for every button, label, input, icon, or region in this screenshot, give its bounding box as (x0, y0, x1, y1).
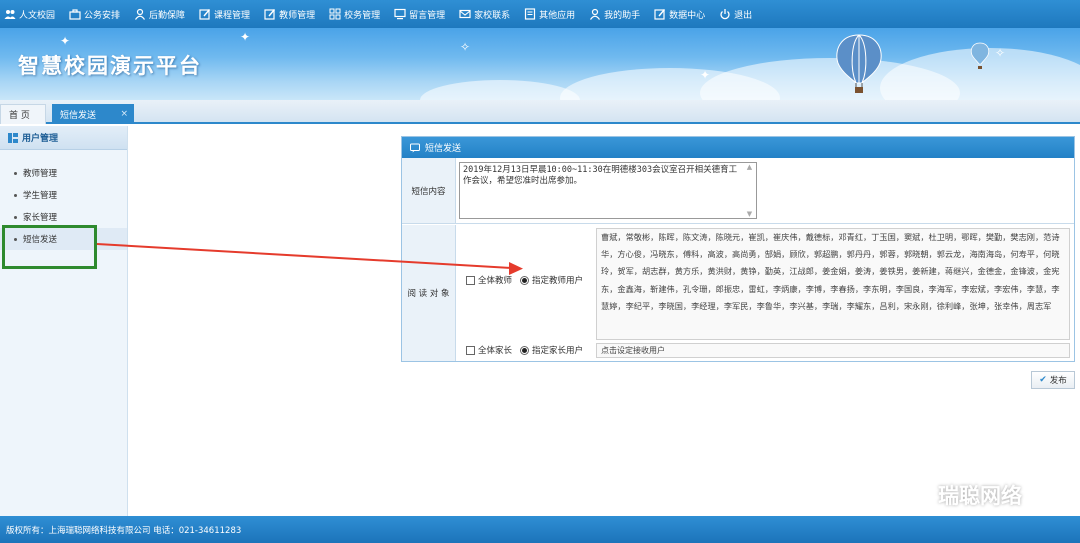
tab-bar: 首 页 短信发送 × (0, 100, 1080, 124)
hot-air-balloon-icon (836, 34, 882, 93)
sms-send-panel: 短信发送 短信内容 2019年12月13日早晨10:00~11:30在明德楼30… (401, 136, 1075, 362)
nav-label: 教师管理 (279, 10, 316, 21)
footer-copyright: 版权所有：上海瑞聪网络科技有限公司 电话：021-34611283 (6, 525, 242, 536)
specified-teachers-label: 指定教师用户 (532, 276, 584, 286)
platform-title: 智慧校园演示平台 (18, 54, 202, 78)
cloud-decoration (420, 80, 580, 100)
monitor-icon (394, 8, 406, 20)
nav-item-school-affairs[interactable]: 校务管理 (329, 8, 380, 21)
nav-item-home-school[interactable]: 家校联系 (459, 8, 510, 21)
scroll-up-icon[interactable]: ▲ (747, 163, 752, 171)
nav-item-messages[interactable]: 留言管理 (394, 8, 445, 21)
nav-item-official[interactable]: 公务安排 (69, 8, 120, 21)
specified-parents-label: 指定家长用户 (532, 346, 584, 356)
all-teachers-checkbox[interactable] (466, 275, 475, 285)
bullet-icon (14, 171, 17, 175)
nav-label: 公务安排 (84, 10, 121, 21)
content-label: 短信内容 (402, 158, 456, 223)
nav-item-logistics[interactable]: 后勤保障 (134, 8, 185, 21)
audience-row: 阅 读 对 象 全体教师 指定教师用户 曹斌，常敬彬，陈晖，陈文涛，陈晓元，崔凯… (402, 225, 1074, 361)
mail-icon (459, 8, 471, 20)
tab-sms-send[interactable]: 短信发送 × (52, 104, 134, 124)
nav-label: 家校联系 (474, 10, 511, 21)
top-nav-bar: 人文校园 公务安排 后勤保障 课程管理 教师管理 校务管理 留言管理 家校联系 … (0, 0, 1080, 28)
briefcase-icon (69, 8, 81, 20)
teacher-options: 全体教师 指定教师用户 (466, 274, 583, 286)
bullet-icon (14, 193, 17, 197)
nav-label: 人文校园 (19, 10, 56, 21)
tab-label: 首 页 (9, 111, 30, 121)
power-icon (719, 8, 731, 20)
watermark-text: 瑞聪网络 (938, 484, 1022, 508)
list-icon (8, 132, 18, 143)
publish-label: 发布 (1049, 376, 1067, 386)
nav-item-data-center[interactable]: 数据中心 (654, 8, 705, 21)
nav-item-teachers[interactable]: 教师管理 (264, 8, 315, 21)
check-icon: ✔ (1039, 375, 1047, 385)
tab-home[interactable]: 首 页 (0, 104, 46, 124)
edit-icon (264, 8, 276, 20)
all-teachers-label: 全体教师 (478, 276, 513, 286)
nav-item-other-apps[interactable]: 其他应用 (524, 8, 575, 21)
sidebar-header: 用户管理 (0, 126, 127, 150)
nav-item-assistant[interactable]: 我的助手 (589, 8, 640, 21)
publish-button[interactable]: ✔ 发布 (1031, 371, 1075, 389)
nav-label: 数据中心 (669, 10, 706, 21)
sidebar-item-teachers[interactable]: 教师管理 (0, 162, 127, 184)
tab-label: 短信发送 (60, 110, 97, 121)
document-icon (524, 8, 536, 20)
star-icon: ✦ (700, 68, 711, 82)
nav-label: 后勤保障 (149, 10, 186, 21)
specified-parents-radio[interactable] (520, 345, 530, 355)
sidebar-title: 用户管理 (22, 134, 59, 144)
edit-icon (654, 8, 666, 20)
user-icon (134, 8, 146, 20)
footer: 版权所有：上海瑞聪网络科技有限公司 电话：021-34611283 (0, 516, 1080, 543)
specified-teachers-radio[interactable] (520, 275, 530, 285)
all-parents-checkbox[interactable] (466, 345, 475, 355)
star-icon: ✧ (460, 40, 471, 54)
nav-label: 留言管理 (409, 10, 446, 21)
sidebar: 用户管理 教师管理 学生管理 家长管理 短信发送 (0, 126, 128, 516)
nav-item-logout[interactable]: 退出 (719, 8, 752, 21)
textarea-scrollbar[interactable]: ▲ ▼ (743, 163, 756, 218)
sidebar-item-label: 家长管理 (23, 213, 58, 223)
nav-item-campus[interactable]: 人文校园 (4, 8, 55, 21)
nav-item-courses[interactable]: 课程管理 (199, 8, 250, 21)
parent-recipient-picker[interactable]: 点击设定接收用户 (596, 343, 1070, 358)
nav-label: 退出 (734, 10, 753, 21)
parent-options: 全体家长 指定家长用户 (466, 344, 583, 356)
sidebar-item-students[interactable]: 学生管理 (0, 184, 127, 206)
small-balloon-icon (970, 42, 990, 69)
star-icon: ✦ (240, 30, 251, 44)
nav-label: 其他应用 (539, 10, 576, 21)
teacher-recipient-list[interactable]: 曹斌，常敬彬，陈晖，陈文涛，陈晓元，崔凯，崔庆伟，戴德标，邓青红，丁玉国，窦斌，… (596, 228, 1070, 340)
star-icon: ✦ (60, 34, 71, 48)
bullet-icon (14, 215, 17, 219)
sidebar-item-label: 学生管理 (23, 191, 58, 201)
people-icon (4, 8, 16, 20)
nav-label: 我的助手 (604, 10, 641, 21)
scroll-down-icon[interactable]: ▼ (747, 210, 752, 218)
user-icon (589, 8, 601, 20)
sms-content-textarea[interactable]: 2019年12月13日早晨10:00~11:30在明德楼303会议室召开相关德育… (459, 162, 757, 219)
panel-title: 短信发送 (425, 144, 462, 154)
panel-header: 短信发送 (402, 137, 1074, 158)
nav-label: 课程管理 (214, 10, 251, 21)
wechat-watermark: 瑞聪网络 (900, 480, 1022, 510)
message-icon (410, 143, 420, 153)
audience-label: 阅 读 对 象 (402, 225, 456, 361)
star-icon: ✧ (995, 46, 1006, 60)
all-parents-label: 全体家长 (478, 346, 513, 356)
annotation-highlight-box (2, 225, 97, 269)
nav-label: 校务管理 (344, 10, 381, 21)
close-icon[interactable]: × (120, 109, 128, 119)
content-row: 短信内容 2019年12月13日早晨10:00~11:30在明德楼303会议室召… (402, 158, 1074, 224)
edit-icon (199, 8, 211, 20)
wechat-icon (900, 484, 929, 506)
grid-icon (329, 8, 341, 20)
sidebar-item-label: 教师管理 (23, 169, 58, 179)
header-banner: ✦ ✦ ✧ ✦ ✧ 智慧校园演示平台 (0, 28, 1080, 100)
